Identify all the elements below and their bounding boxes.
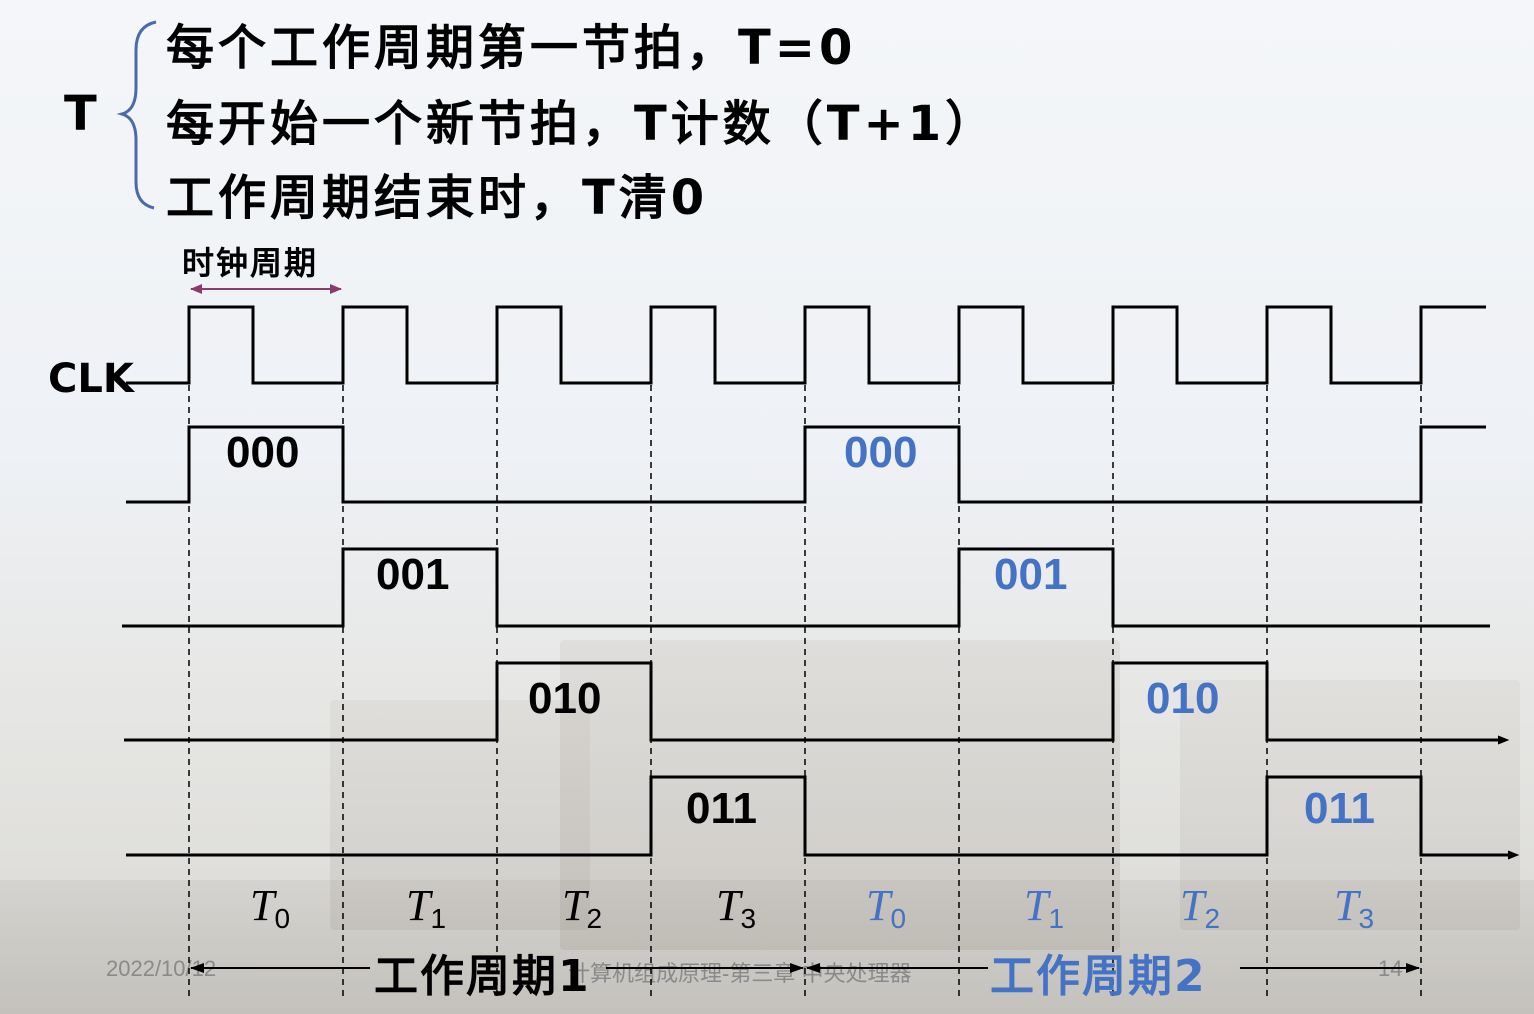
timing-diagram bbox=[116, 20, 1520, 998]
state-waveform-000 bbox=[126, 425, 1486, 504]
clk-waveform bbox=[126, 305, 1486, 385]
work-cycle-2-label: 工作周期2 bbox=[990, 951, 1207, 1002]
state-waveform-001 bbox=[122, 547, 1490, 628]
state-waveform-010 bbox=[124, 661, 1500, 742]
state-waveform-011 bbox=[126, 775, 1510, 857]
curly-brace bbox=[116, 20, 157, 210]
work-cycle-1-label: 工作周期1 bbox=[374, 951, 591, 1002]
